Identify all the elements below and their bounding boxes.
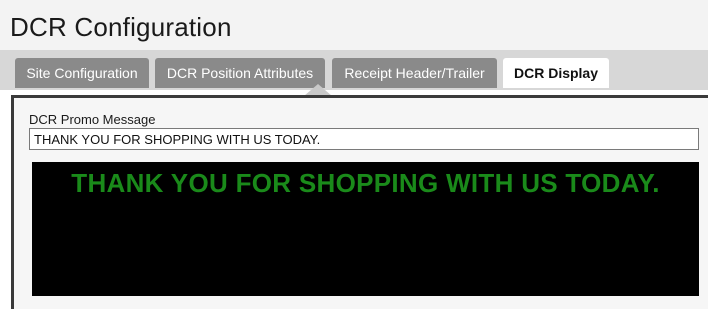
tab-dcr-display[interactable]: DCR Display xyxy=(503,58,609,88)
page-title: DCR Configuration xyxy=(10,12,232,42)
dcr-display-preview: THANK YOU FOR SHOPPING WITH US TODAY. xyxy=(32,162,699,296)
promo-message-input[interactable] xyxy=(29,128,699,150)
dcr-display-preview-text: THANK YOU FOR SHOPPING WITH US TODAY. xyxy=(71,168,660,198)
promo-message-label: DCR Promo Message xyxy=(29,112,156,127)
tab-dcr-position-attributes[interactable]: DCR Position Attributes xyxy=(155,58,325,88)
tab-receipt-header-trailer[interactable]: Receipt Header/Trailer xyxy=(332,58,497,88)
tab-site-configuration[interactable]: Site Configuration xyxy=(15,58,149,88)
